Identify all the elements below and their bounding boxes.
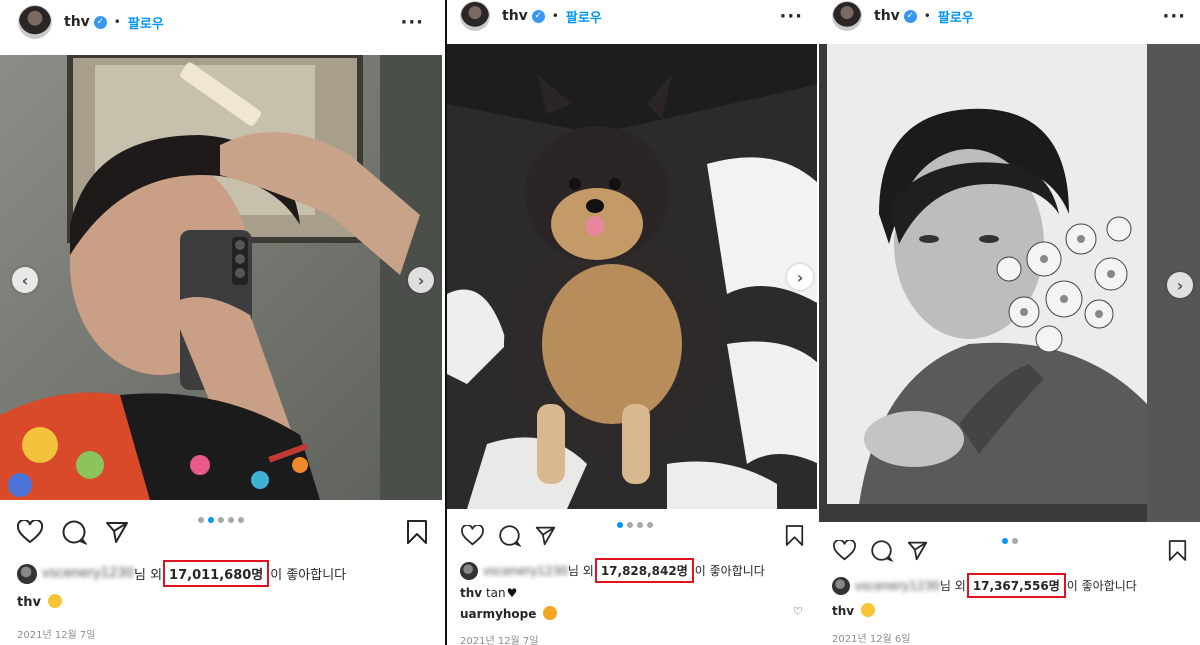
caption: thv tan♥ bbox=[460, 586, 517, 600]
username[interactable]: thv bbox=[64, 14, 90, 30]
caption: thv bbox=[832, 603, 875, 618]
liker-avatar[interactable] bbox=[17, 563, 37, 584]
liker-username[interactable]: vscenery1230 bbox=[42, 566, 134, 581]
likes-suffix: 이 좋아합니다 bbox=[1066, 579, 1137, 593]
username[interactable]: thv bbox=[502, 8, 528, 24]
carousel-dot bbox=[228, 517, 234, 523]
carousel-dots bbox=[198, 517, 244, 523]
likes-count[interactable]: 17,011,680명 bbox=[163, 560, 270, 587]
bookmark-icon[interactable] bbox=[785, 524, 804, 547]
carousel-dot-active bbox=[1002, 538, 1008, 544]
carousel-dot bbox=[198, 517, 204, 523]
post-panel-2: thv ✓ • 팔로우 ··· › vscenery1230 님 외 17,82… bbox=[445, 0, 817, 645]
carousel-dot bbox=[637, 522, 643, 528]
post-header: thv ✓ • 팔로우 ··· bbox=[447, 0, 817, 32]
avatar[interactable] bbox=[18, 5, 52, 39]
more-icon[interactable]: ··· bbox=[400, 12, 424, 33]
carousel-dot bbox=[238, 517, 244, 523]
separator-dot: • bbox=[923, 9, 931, 23]
post-photo[interactable]: › bbox=[447, 44, 817, 509]
comment-icon[interactable] bbox=[61, 519, 87, 545]
comment-icon[interactable] bbox=[498, 524, 521, 547]
caption-username[interactable]: thv bbox=[460, 586, 482, 600]
heart-icon[interactable] bbox=[833, 539, 856, 561]
verified-icon: ✓ bbox=[903, 9, 917, 23]
chevron-left-icon[interactable]: ‹ bbox=[12, 267, 38, 293]
verified-icon: ✓ bbox=[531, 9, 545, 23]
avatar[interactable] bbox=[832, 1, 862, 31]
avatar[interactable] bbox=[460, 1, 490, 31]
carousel-dot bbox=[1012, 538, 1018, 544]
carousel-dots bbox=[1002, 538, 1018, 544]
bookmark-icon[interactable] bbox=[406, 519, 428, 545]
heart-eyes-emoji-icon bbox=[543, 606, 558, 620]
follow-button[interactable]: 팔로우 bbox=[128, 13, 164, 32]
bookmark-icon[interactable] bbox=[1168, 539, 1187, 562]
likes-suffix: 이 좋아합니다 bbox=[270, 568, 347, 583]
comment: uarmyhope bbox=[460, 606, 558, 621]
caption-username[interactable]: thv bbox=[832, 604, 854, 618]
follow-button[interactable]: 팔로우 bbox=[566, 7, 602, 26]
verified-icon: ✓ bbox=[93, 15, 107, 29]
heart-icon[interactable] bbox=[17, 520, 43, 544]
likes-prefix: 님 외 bbox=[133, 568, 163, 583]
likes-count[interactable]: 17,828,842명 bbox=[594, 558, 694, 583]
carousel-dots bbox=[617, 522, 653, 528]
post-panel-1: thv ✓ • 팔로우 ··· ‹ › vscenery1230 님 외 17,… bbox=[0, 0, 442, 645]
caption: thv bbox=[17, 594, 63, 610]
post-header: thv ✓ • 팔로우 ··· bbox=[0, 2, 442, 42]
likes-suffix: 이 좋아합니다 bbox=[694, 564, 765, 578]
separator-dot: • bbox=[551, 9, 559, 23]
hugging-emoji-icon bbox=[860, 603, 875, 617]
caption-username[interactable]: thv bbox=[17, 595, 41, 610]
photo-mirror-selfie bbox=[0, 55, 442, 500]
comment-like-icon[interactable]: ♡ bbox=[793, 605, 803, 618]
separator-dot: • bbox=[113, 15, 121, 29]
more-icon[interactable]: ··· bbox=[779, 6, 803, 27]
emoji-icon bbox=[48, 594, 63, 608]
more-icon[interactable]: ··· bbox=[1162, 6, 1186, 27]
follow-button[interactable]: 팔로우 bbox=[938, 7, 974, 26]
liker-avatar[interactable] bbox=[832, 576, 850, 595]
likes-line: vscenery1230 님 외 17,367,556명 이 좋아합니다 bbox=[832, 573, 1137, 598]
likes-line: vscenery1230 님 외 17,011,680명 이 좋아합니다 bbox=[17, 560, 346, 587]
post-photo[interactable]: › bbox=[819, 44, 1200, 522]
photo-bw-portrait bbox=[819, 44, 1200, 522]
likes-count[interactable]: 17,367,556명 bbox=[966, 573, 1066, 598]
carousel-dot-active bbox=[208, 517, 214, 523]
share-icon[interactable] bbox=[105, 520, 129, 544]
likes-prefix: 님 외 bbox=[567, 564, 594, 578]
share-icon[interactable] bbox=[907, 540, 928, 561]
username[interactable]: thv bbox=[874, 8, 900, 24]
post-date[interactable]: 2021년 12월 7일 bbox=[460, 632, 539, 645]
chevron-right-icon[interactable]: › bbox=[1167, 272, 1193, 298]
carousel-dot-active bbox=[617, 522, 623, 528]
heart-icon[interactable] bbox=[461, 524, 484, 546]
comment-icon[interactable] bbox=[870, 539, 893, 562]
likes-line: vscenery1230 님 외 17,828,842명 이 좋아합니다 bbox=[460, 558, 765, 583]
likes-prefix: 님 외 bbox=[939, 579, 966, 593]
carousel-dot bbox=[627, 522, 633, 528]
comment-username[interactable]: uarmyhope bbox=[460, 607, 536, 621]
share-icon[interactable] bbox=[535, 525, 556, 546]
post-photo[interactable]: ‹ › bbox=[0, 55, 442, 500]
carousel-dot bbox=[218, 517, 224, 523]
post-date[interactable]: 2021년 12월 6일 bbox=[832, 630, 911, 645]
chevron-right-icon[interactable]: › bbox=[787, 264, 813, 290]
chevron-right-icon[interactable]: › bbox=[408, 267, 434, 293]
post-panel-3: thv ✓ • 팔로우 ··· › vscenery1230 님 외 17,36… bbox=[819, 0, 1200, 645]
liker-username[interactable]: vscenery1230 bbox=[855, 579, 940, 593]
black-heart-icon: ♥ bbox=[506, 586, 518, 600]
post-date[interactable]: 2021년 12월 7일 bbox=[17, 626, 96, 641]
photo-pomeranian bbox=[447, 44, 817, 509]
carousel-dot bbox=[647, 522, 653, 528]
caption-text: tan bbox=[485, 586, 506, 600]
liker-avatar[interactable] bbox=[460, 561, 478, 580]
liker-username[interactable]: vscenery1230 bbox=[483, 564, 568, 578]
post-header: thv ✓ • 팔로우 ··· bbox=[819, 0, 1200, 32]
